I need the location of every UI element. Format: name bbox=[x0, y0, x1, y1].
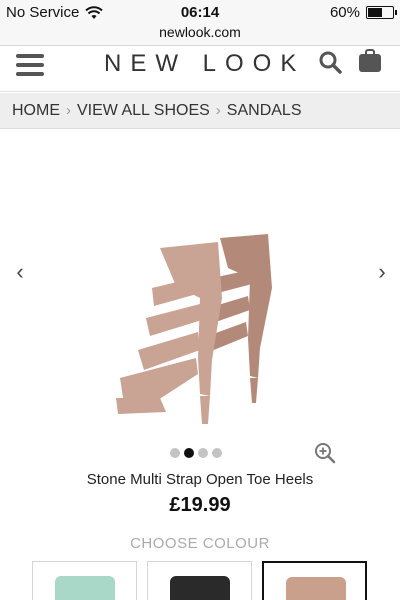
swatch-shoe-image bbox=[170, 576, 230, 600]
status-right: 60% bbox=[329, 4, 397, 21]
gallery-dots bbox=[170, 448, 222, 458]
battery-percent: 60% bbox=[329, 4, 360, 21]
hamburger-menu-icon[interactable] bbox=[16, 54, 44, 76]
colour-swatch-black[interactable] bbox=[147, 561, 252, 600]
url-bar[interactable]: newlook.com bbox=[0, 24, 400, 46]
colour-swatch-mint[interactable] bbox=[32, 561, 137, 600]
product-price: £19.99 bbox=[169, 494, 231, 516]
chevron-right-icon: › bbox=[66, 102, 71, 119]
choose-colour-heading: CHOOSE COLOUR bbox=[130, 535, 270, 552]
site-logo[interactable]: NEW LOOK bbox=[104, 50, 305, 78]
gallery-next-arrow-icon[interactable]: › bbox=[372, 260, 392, 284]
zoom-in-icon[interactable] bbox=[314, 442, 336, 464]
site-header: NEW LOOK bbox=[0, 47, 400, 92]
swatch-shoe-image bbox=[55, 576, 115, 600]
gallery-prev-arrow-icon[interactable]: ‹ bbox=[10, 260, 30, 284]
breadcrumb-home[interactable]: HOME bbox=[12, 102, 60, 120]
search-icon[interactable] bbox=[318, 50, 342, 74]
product-name: Stone Multi Strap Open Toe Heels bbox=[86, 471, 314, 488]
gallery-dot[interactable] bbox=[198, 448, 208, 458]
battery-icon bbox=[366, 6, 397, 19]
breadcrumb-view-all-shoes[interactable]: VIEW ALL SHOES bbox=[77, 102, 210, 120]
colour-swatch-stone[interactable] bbox=[262, 561, 367, 600]
gallery-dot[interactable] bbox=[170, 448, 180, 458]
gallery-dot[interactable] bbox=[212, 448, 222, 458]
gallery-dot[interactable] bbox=[184, 448, 194, 458]
chevron-right-icon: › bbox=[215, 102, 221, 119]
breadcrumb: HOME › VIEW ALL SHOES › SANDALS bbox=[0, 93, 400, 129]
battery-fill bbox=[368, 8, 382, 17]
breadcrumb-sandals[interactable]: SANDALS bbox=[227, 102, 302, 120]
status-bar: No Service 06:14 60% bbox=[0, 0, 400, 26]
swatch-shoe-image bbox=[286, 577, 346, 600]
product-image[interactable] bbox=[100, 228, 300, 428]
url-text: newlook.com bbox=[159, 24, 241, 40]
shopping-bag-icon[interactable] bbox=[357, 48, 383, 74]
